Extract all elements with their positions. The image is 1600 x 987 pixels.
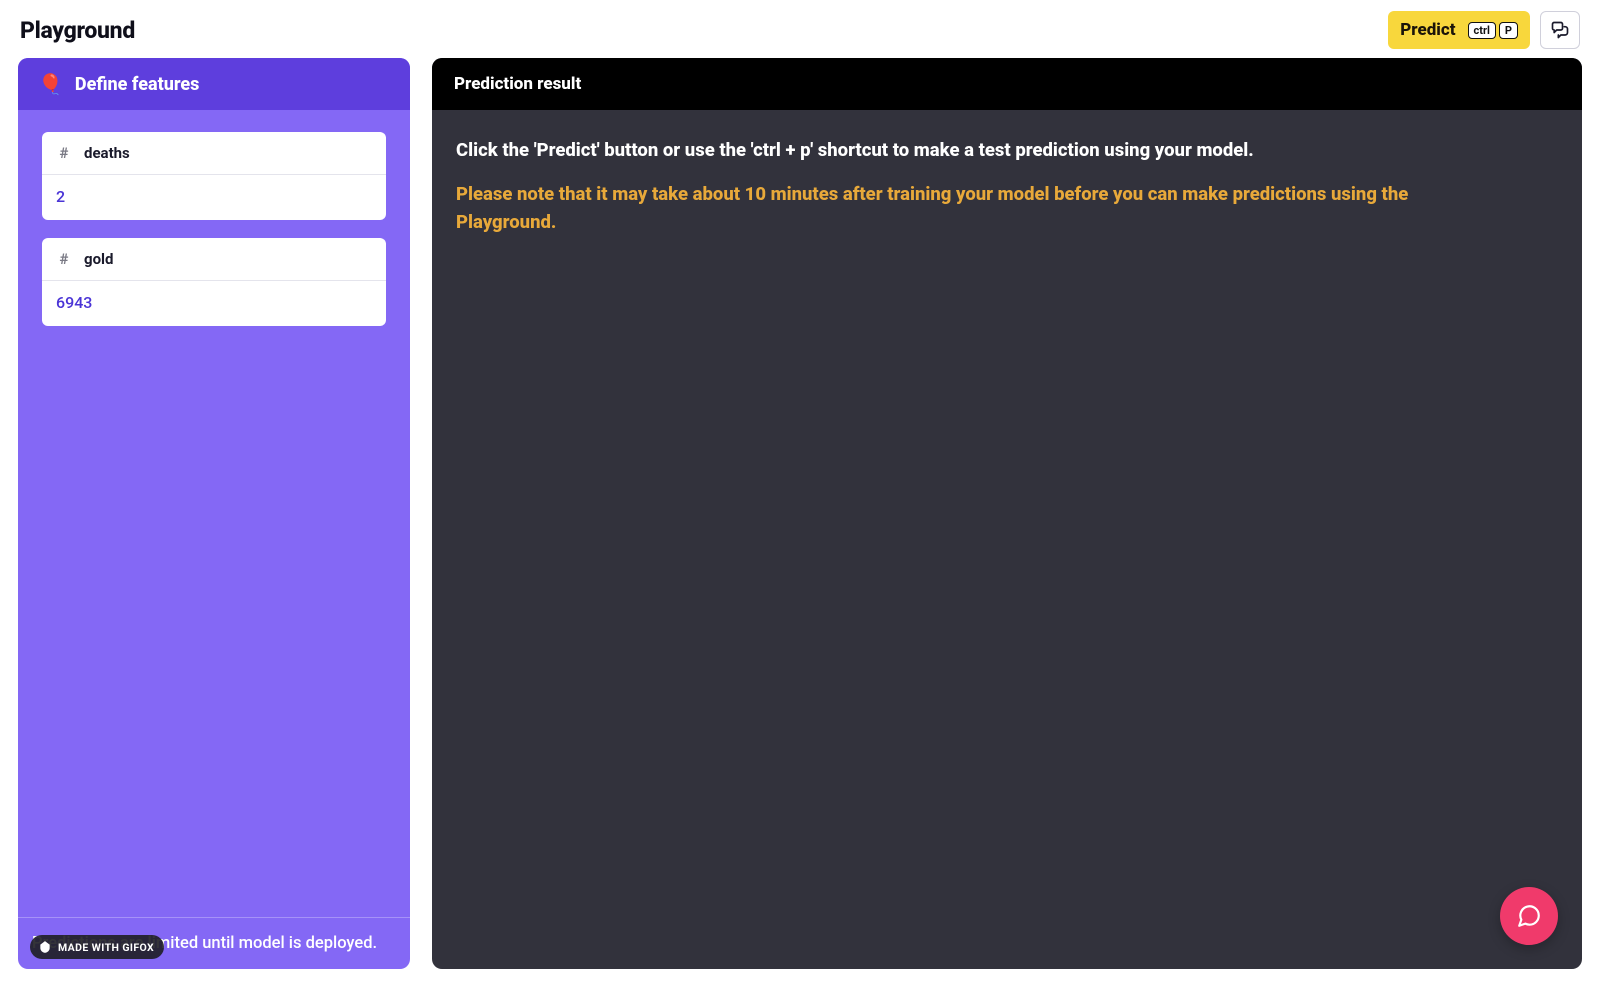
feature-input-gold[interactable] [42, 281, 386, 326]
feature-card-gold: # gold [42, 238, 386, 326]
kbd-ctrl: ctrl [1468, 22, 1496, 39]
gifox-badge: MADE WITH GIFOX [30, 935, 164, 959]
predict-warning: Please note that it may take about 10 mi… [456, 180, 1476, 237]
predict-button[interactable]: Predict ctrl P [1388, 11, 1530, 49]
page-header: Playground Predict ctrl P [18, 0, 1582, 54]
feature-name: deaths [84, 144, 130, 162]
kbd-p: P [1499, 22, 1518, 39]
prediction-result-title: Prediction result [432, 58, 1582, 110]
body-grid: 🎈 Define features # deaths # gold [18, 58, 1582, 969]
predict-instruction: Click the 'Predict' button or use the 'c… [456, 136, 1558, 166]
chat-icon [1550, 20, 1570, 40]
define-features-panel: 🎈 Define features # deaths # gold [18, 58, 410, 969]
chat-button[interactable] [1540, 11, 1580, 49]
feature-name: gold [84, 250, 113, 268]
prediction-result-panel: Prediction result Click the 'Predict' bu… [432, 58, 1582, 969]
feature-card-deaths: # deaths [42, 132, 386, 220]
define-features-header: 🎈 Define features [18, 58, 410, 110]
page-title: Playground [20, 17, 135, 44]
balloon-icon: 🎈 [38, 72, 63, 96]
number-type-icon: # [56, 250, 72, 268]
feature-card-head: # gold [42, 238, 386, 280]
prediction-result-body: Click the 'Predict' button or use the 'c… [432, 110, 1582, 263]
help-fab-button[interactable] [1500, 887, 1558, 945]
feature-input-deaths[interactable] [42, 175, 386, 220]
define-features-title: Define features [75, 74, 199, 95]
predict-shortcut: ctrl P [1468, 22, 1519, 39]
feature-card-head: # deaths [42, 132, 386, 174]
help-chat-icon [1516, 903, 1542, 929]
features-list: # deaths # gold [18, 110, 410, 917]
left-panel-footer: Predictions are limited until model is d… [18, 917, 410, 969]
header-actions: Predict ctrl P [1388, 11, 1580, 49]
gifox-icon [38, 940, 52, 954]
number-type-icon: # [56, 144, 72, 162]
predict-button-label: Predict [1400, 20, 1455, 40]
gifox-label: MADE WITH GIFOX [58, 941, 154, 954]
